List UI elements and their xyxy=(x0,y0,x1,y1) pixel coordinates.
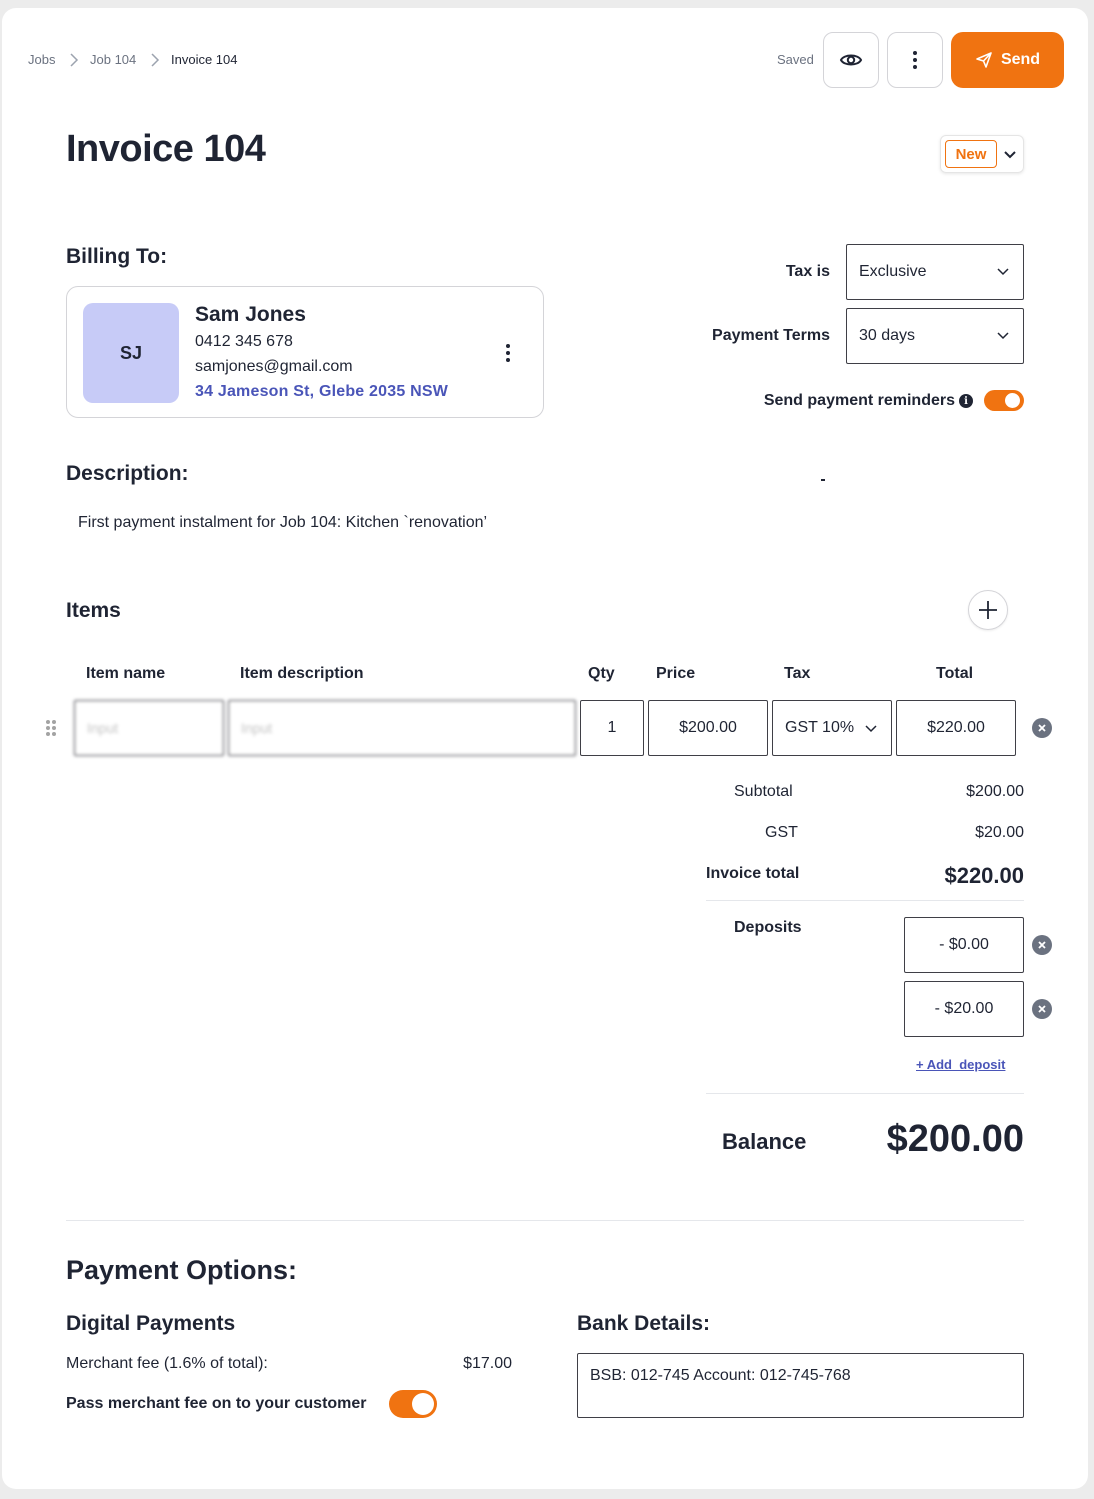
remove-deposit-icon[interactable] xyxy=(1032,935,1052,955)
status-dropdown[interactable]: New xyxy=(940,135,1024,173)
description-heading: Description: xyxy=(66,462,189,485)
toggle-knob xyxy=(1005,393,1020,408)
add-item-button[interactable] xyxy=(968,590,1008,630)
item-description-input[interactable]: Input xyxy=(228,700,576,756)
balance-label: Balance xyxy=(722,1129,807,1154)
eye-icon xyxy=(839,54,863,66)
plus-icon xyxy=(979,601,997,619)
breadcrumb-current: Invoice 104 xyxy=(171,52,238,67)
item-price-input[interactable]: $200.00 xyxy=(648,700,768,756)
gst-label: GST xyxy=(765,824,798,841)
reminders-toggle[interactable] xyxy=(984,390,1024,411)
client-name: Sam Jones xyxy=(195,303,306,326)
balance-value: $200.00 xyxy=(886,1118,1024,1160)
items-heading: Items xyxy=(66,599,121,622)
client-email: samjones@gmail.com xyxy=(195,358,353,375)
add-deposit-link[interactable]: + Add deposit xyxy=(916,1057,1005,1072)
tax-value: Exclusive xyxy=(859,263,927,280)
billing-heading: Billing To: xyxy=(66,245,168,268)
column-header-qty: Qty xyxy=(588,665,615,682)
page-title: Invoice 104 xyxy=(66,128,266,170)
remove-deposit-icon[interactable] xyxy=(1032,999,1052,1019)
client-card[interactable]: SJ Sam Jones 0412 345 678 samjones@gmail… xyxy=(66,286,544,418)
toggle-knob xyxy=(412,1393,434,1415)
column-header-price: Price xyxy=(656,665,696,682)
pass-fee-label: Pass merchant fee on to your customer xyxy=(66,1395,367,1412)
merchant-fee-label: Merchant fee (1.6% of total): xyxy=(66,1355,268,1372)
send-label: Send xyxy=(1000,51,1041,68)
chevron-down-icon xyxy=(865,725,877,733)
column-header-item-description: Item description xyxy=(240,665,364,682)
column-header-total: Total xyxy=(936,665,974,682)
more-vertical-icon xyxy=(912,51,918,69)
terms-label: Payment Terms xyxy=(712,327,830,344)
bank-details-heading: Bank Details: xyxy=(577,1312,711,1335)
deposit-input[interactable]: - $20.00 xyxy=(904,981,1024,1037)
preview-button[interactable] xyxy=(823,32,879,88)
item-name-input[interactable]: Input xyxy=(74,700,224,756)
digital-payments-heading: Digital Payments xyxy=(66,1312,236,1335)
send-icon xyxy=(976,52,992,68)
column-header-tax: Tax xyxy=(784,665,811,682)
deposits-label: Deposits xyxy=(734,919,802,936)
remove-item-icon[interactable] xyxy=(1032,718,1052,738)
terms-value: 30 days xyxy=(859,327,916,344)
breadcrumb-job-104[interactable]: Job 104 xyxy=(90,52,136,67)
reminders-label: Send payment reminders xyxy=(763,392,955,409)
status-badge: New xyxy=(945,140,997,168)
save-status: Saved xyxy=(777,52,814,67)
chevron-down-icon xyxy=(1004,151,1016,159)
tax-label: Tax is xyxy=(785,263,830,280)
item-total: $220.00 xyxy=(896,700,1016,756)
client-more-icon[interactable] xyxy=(505,344,511,362)
item-tax-select[interactable]: GST 10% xyxy=(772,700,892,756)
subtotal-value: $200.00 xyxy=(966,783,1024,800)
divider xyxy=(706,900,1024,901)
chevron-right-icon xyxy=(151,53,160,67)
tax-select[interactable]: Exclusive xyxy=(846,244,1024,300)
bank-details-field[interactable]: BSB: 012-745 Account: 012-745-768 xyxy=(577,1353,1024,1418)
deposit-input[interactable]: - $0.00 xyxy=(904,917,1024,973)
subtotal-label: Subtotal xyxy=(734,783,793,800)
client-address[interactable]: 34 Jameson St, Glebe 2035 NSW xyxy=(195,383,448,401)
invoice-total-value: $220.00 xyxy=(944,863,1024,888)
breadcrumb-jobs[interactable]: Jobs xyxy=(28,52,55,67)
pass-fee-toggle[interactable] xyxy=(389,1390,437,1418)
invoice-total-label: Invoice total xyxy=(706,865,800,882)
client-phone: 0412 345 678 xyxy=(195,333,293,350)
chevron-down-icon xyxy=(997,268,1009,276)
gst-value: $20.00 xyxy=(975,824,1024,841)
chevron-right-icon xyxy=(70,53,79,67)
chevron-down-icon xyxy=(997,332,1009,340)
column-header-item-name: Item name xyxy=(86,665,166,682)
merchant-fee-value: $17.00 xyxy=(463,1355,512,1372)
drag-handle-icon[interactable] xyxy=(46,720,56,736)
terms-select[interactable]: 30 days xyxy=(846,308,1024,364)
info-icon[interactable]: i xyxy=(959,394,973,408)
payment-options-heading: Payment Options: xyxy=(66,1255,298,1285)
section-divider xyxy=(66,1220,1024,1221)
description-text[interactable]: First payment instalment for Job 104: Ki… xyxy=(78,514,487,532)
stray-mark xyxy=(821,479,825,481)
send-button[interactable]: Send xyxy=(951,32,1064,88)
item-tax-value: GST 10% xyxy=(785,719,855,736)
more-options-button[interactable] xyxy=(887,32,943,88)
avatar: SJ xyxy=(83,303,179,403)
divider xyxy=(706,1093,1024,1094)
item-qty-input[interactable]: 1 xyxy=(580,700,644,756)
